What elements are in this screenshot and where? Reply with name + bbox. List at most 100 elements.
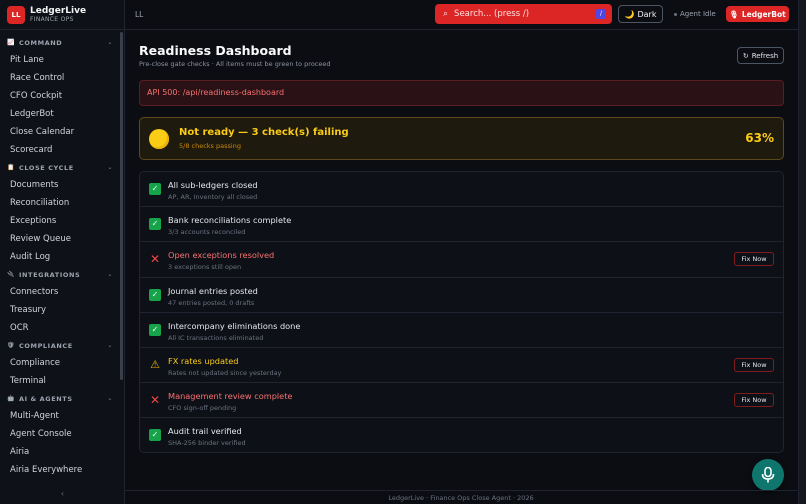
sidebar-item[interactable]: Exceptions — [0, 212, 120, 230]
fix-now-button[interactable]: Fix Now — [734, 357, 774, 372]
refresh-button[interactable]: ↻ Refresh — [737, 47, 784, 64]
check-label: Open exceptions resolved — [168, 250, 275, 261]
fix-now-button[interactable]: Fix Now — [734, 393, 774, 408]
check-detail: 3 exceptions still open — [168, 263, 242, 272]
check-row: ✓ Bank reconciliations complete 3/3 accoun… — [140, 207, 783, 243]
ledgerbot-label: LedgerBot — [741, 9, 786, 19]
sidebar-item[interactable]: LedgerBot — [0, 105, 120, 123]
brand-subtitle: FINANCE OPS — [30, 15, 74, 23]
summary-subtitle: 5/8 checks passing — [179, 142, 241, 150]
refresh-label: Refresh — [751, 51, 779, 60]
section-title: COMMAND — [19, 38, 63, 47]
sidebar-section-header[interactable]: 📈 COMMAND ⌄ — [0, 34, 120, 51]
sidebar-item[interactable]: Airia Everywhere — [0, 461, 120, 479]
check-label: FX rates updated — [168, 355, 239, 366]
section-icon: 🤖 — [7, 395, 16, 402]
section-icon: 🔌 — [7, 271, 16, 278]
check-detail: Rates not updated since yesterday — [168, 368, 282, 377]
topbar: LL ⌕ Search... (press /) / 🌙 Dark Agent … — [125, 0, 806, 30]
check-label: Audit trail verified — [168, 426, 242, 437]
search-input[interactable]: ⌕ Search... (press /) / — [435, 4, 612, 24]
warning-icon: ⚠ — [150, 357, 160, 371]
check-label: All sub-ledgers closed — [168, 180, 258, 190]
check-label: Journal entries posted — [168, 285, 258, 296]
sidebar-item[interactable]: Review Queue — [0, 230, 120, 248]
check-detail: 3/3 accounts reconciled — [168, 228, 246, 237]
fix-now-button[interactable]: Fix Now — [734, 252, 774, 267]
sidebar-item[interactable]: Compliance — [0, 354, 120, 372]
error-banner: API 500: /api/readiness-dashboard — [139, 80, 784, 106]
check-row: ✓ All sub-ledgers closed AP, AR, Inventory… — [140, 172, 783, 208]
check-pass-icon: ✓ — [149, 429, 161, 442]
sidebar-item[interactable]: OCR — [0, 319, 120, 337]
microphone-icon — [761, 467, 775, 483]
page-title: Readiness Dashboard — [139, 43, 292, 58]
agent-status-dot-icon — [674, 12, 677, 16]
sidebar-item[interactable]: Race Control — [0, 69, 120, 87]
agent-status-label: Agent Idle — [680, 10, 716, 18]
sidebar-item[interactable]: Agent Console — [0, 425, 120, 443]
readiness-summary: Not ready — 3 check(s) failing 5/8 check… — [139, 117, 784, 160]
brand-logo: LL — [7, 5, 25, 24]
footer: LedgerLive · Finance Ops Close Agent · 2… — [125, 490, 797, 504]
section-title: CLOSE CYCLE — [19, 163, 74, 172]
search-shortcut-badge: / — [596, 9, 606, 19]
sidebar-item[interactable]: Treasury — [0, 301, 120, 319]
sidebar-item[interactable]: Airia — [0, 443, 120, 461]
check-detail: AP, AR, Inventory all closed — [168, 193, 258, 201]
sidebar-item[interactable]: Close Calendar — [0, 123, 120, 141]
sidebar: LL LedgerLive FINANCE OPS 📈 COMMAND ⌄ Pit L… — [0, 0, 125, 504]
ledgerbot-button[interactable]: 🎙 LedgerBot — [726, 6, 789, 22]
page-subtitle: Pre-close gate checks · All items must b… — [139, 60, 331, 68]
sidebar-item[interactable]: Terminal — [0, 372, 120, 390]
section-icon: 🛡 — [7, 342, 16, 349]
sidebar-section-header[interactable]: 🛡 COMPLIANCE ⌄ — [0, 337, 120, 354]
check-detail: 47 entries posted, 0 drafts — [168, 298, 255, 307]
check-detail: SHA-256 binder verified — [168, 439, 246, 448]
status-emoji-icon — [149, 129, 169, 149]
search-icon: ⌕ — [443, 9, 449, 19]
chevron-down-icon: ⌄ — [107, 395, 113, 402]
check-pass-icon: ✓ — [149, 288, 161, 301]
page-scrollbar[interactable] — [798, 0, 806, 504]
brand[interactable]: LL LedgerLive FINANCE OPS — [0, 0, 124, 30]
check-row: ✓ Intercompany eliminations done All IC tr… — [140, 313, 783, 348]
sidebar-item[interactable]: Multi-Agent — [0, 407, 120, 425]
check-label: Bank reconciliations complete — [168, 215, 292, 226]
sidebar-item[interactable]: Reconciliation — [0, 194, 120, 212]
sidebar-section-header[interactable]: 🤖 AI & AGENTS ⌄ — [0, 390, 120, 407]
sidebar-item[interactable]: Scorecard — [0, 141, 120, 159]
refresh-icon: ↻ — [742, 51, 749, 60]
sidebar-item[interactable]: Connectors — [0, 283, 120, 301]
sidebar-item[interactable]: Documents — [0, 176, 120, 194]
check-pass-icon: ✓ — [149, 218, 161, 231]
check-pass-icon: ✓ — [149, 323, 161, 336]
section-title: COMPLIANCE — [19, 341, 73, 350]
theme-toggle-button[interactable]: 🌙 Dark — [618, 5, 663, 23]
sidebar-nav: 📈 COMMAND ⌄ Pit Lane Race Control CFO Cockpit… — [0, 34, 120, 484]
theme-label: Dark — [637, 9, 657, 19]
check-row: ✓ Audit trail verified SHA-256 binder veri… — [140, 418, 783, 453]
mic-icon: 🎙 — [729, 9, 739, 19]
check-label: Intercompany eliminations done — [168, 320, 301, 331]
check-row: ✓ Journal entries posted 47 entries posted… — [140, 278, 783, 313]
check-fail-icon: ✕ — [149, 252, 161, 267]
sidebar-item[interactable]: CFO Cockpit — [0, 87, 120, 105]
checklist: ✓ All sub-ledgers closed AP, AR, Inventory… — [139, 171, 784, 453]
check-fail-icon: ✕ — [149, 393, 161, 408]
check-pass-icon: ✓ — [149, 183, 161, 195]
check-row: ✕ Open exceptions resolved 3 exceptions st… — [140, 242, 783, 278]
chevron-down-icon: ⌄ — [107, 164, 113, 171]
check-row: ✕ Management review complete CFO sign-off … — [140, 383, 783, 419]
main-content: LL ⌕ Search... (press /) / 🌙 Dark Agent … — [125, 0, 806, 504]
sidebar-scrollbar[interactable] — [120, 32, 123, 380]
sidebar-item[interactable]: Pit Lane — [0, 51, 120, 69]
collapse-sidebar-button[interactable]: ‹ — [0, 489, 125, 498]
chevron-down-icon: ⌄ — [107, 271, 113, 278]
voice-assistant-button[interactable] — [752, 459, 784, 491]
sidebar-item[interactable]: Audit Log — [0, 248, 120, 266]
section-icon: 📋 — [7, 164, 16, 171]
sidebar-section-header[interactable]: 🔌 INTEGRATIONS ⌄ — [0, 266, 120, 283]
sidebar-section-header[interactable]: 📋 CLOSE CYCLE ⌄ — [0, 159, 120, 176]
check-row: ⚠ FX rates updated Rates not updated since… — [140, 348, 783, 384]
